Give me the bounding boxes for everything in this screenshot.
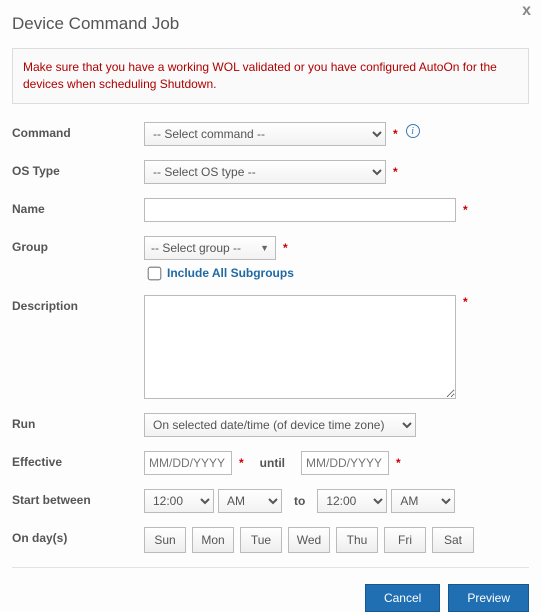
effective-from-input[interactable] [144,451,232,475]
description-label: Description [12,295,144,313]
start-hour-from-select[interactable]: 12:00 [144,489,214,513]
info-icon[interactable]: i [406,124,420,138]
description-textarea[interactable] [144,295,456,399]
chevron-down-icon: ▼ [260,243,269,253]
dialog-title: Device Command Job [12,14,529,34]
day-tue-button[interactable]: Tue [240,527,282,553]
required-marker: * [283,241,288,255]
warning-banner: Make sure that you have a working WOL va… [12,48,529,104]
required-marker: * [396,456,401,470]
start-ampm-from-select[interactable]: AM [218,489,282,513]
day-mon-button[interactable]: Mon [192,527,234,553]
include-subgroups-label[interactable]: Include All Subgroups [167,266,294,280]
name-input[interactable] [144,198,456,222]
group-select-text: -- Select group -- [151,241,241,255]
day-fri-button[interactable]: Fri [384,527,426,553]
start-between-label: Start between [12,489,144,507]
os-type-select[interactable]: -- Select OS type -- [144,160,386,184]
required-marker: * [393,127,398,141]
group-select[interactable]: -- Select group -- ▼ [144,236,276,260]
start-ampm-to-select[interactable]: AM [391,489,455,513]
to-label: to [294,494,305,508]
effective-to-input[interactable] [301,451,389,475]
divider [12,567,529,568]
required-marker: * [463,295,468,309]
until-label: until [260,456,285,470]
required-marker: * [393,165,398,179]
preview-button[interactable]: Preview [448,584,529,612]
day-sun-button[interactable]: Sun [144,527,186,553]
command-select[interactable]: -- Select command -- [144,122,386,146]
effective-label: Effective [12,451,144,469]
day-sat-button[interactable]: Sat [432,527,474,553]
day-thu-button[interactable]: Thu [336,527,378,553]
cancel-button[interactable]: Cancel [365,584,440,612]
run-select[interactable]: On selected date/time (of device time zo… [144,413,416,437]
close-icon[interactable]: x [522,2,531,20]
start-hour-to-select[interactable]: 12:00 [317,489,387,513]
run-label: Run [12,413,144,431]
include-subgroups-checkbox[interactable] [148,266,162,280]
command-label: Command [12,122,144,140]
group-label: Group [12,236,144,254]
os-type-label: OS Type [12,160,144,178]
ondays-label: On day(s) [12,527,144,545]
required-marker: * [463,203,468,217]
day-wed-button[interactable]: Wed [288,527,330,553]
required-marker: * [239,456,244,470]
days-group: Sun Mon Tue Wed Thu Fri Sat [144,527,474,553]
name-label: Name [12,198,144,216]
